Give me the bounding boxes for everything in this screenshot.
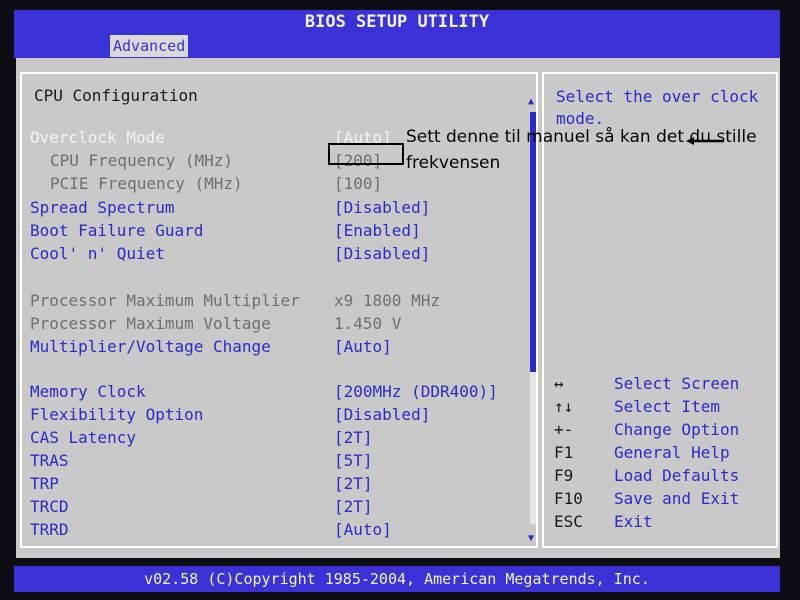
key-label: ↔ [554,374,564,393]
setting-value[interactable]: [Disabled] [334,198,430,217]
key-description: Change Option [614,420,740,439]
key-row: ↑↓ Select Item [554,397,774,420]
setting-label: Spread Spectrum [30,198,175,217]
setting-value[interactable]: [Auto] [334,520,392,539]
key-legend: ↔ Select Screen ↑↓ Select Item +- Change… [554,374,774,535]
setting-label: Boot Failure Guard [30,221,204,240]
key-label: F10 [554,489,583,508]
setting-label: TRAS [30,451,69,470]
setting-label: Processor Maximum Multiplier [30,291,300,310]
setting-label: CAS Latency [30,428,136,447]
setting-label: TRCD [30,497,69,516]
key-row: ESC Exit [554,512,774,535]
setting-value[interactable]: [Auto] [334,337,392,356]
setting-value[interactable]: [Enabled] [334,221,421,240]
section-title: CPU Configuration [34,86,198,105]
bios-screen: BIOS SETUP UTILITY Advanced CPU Configur… [0,0,800,600]
annotation-highlight-box [328,143,404,165]
setting-value[interactable]: [Disabled] [334,244,430,263]
setting-label: TRP [30,474,59,493]
setting-label: Memory Clock [30,382,146,401]
key-label: F9 [554,466,574,485]
setting-label: Overclock Mode [30,128,165,147]
overlay-annotation: Sett denne til manuel så kan det du stil… [406,127,757,173]
key-row: +- Change Option [554,420,774,443]
tab-advanced[interactable]: Advanced [110,35,189,57]
setting-label: CPU Frequency (MHz) [50,151,234,170]
setting-value: x9 1800 MHz [334,291,440,310]
setting-value[interactable]: [2T] [334,474,373,493]
bios-title-bar: BIOS SETUP UTILITY [14,10,780,34]
key-row: F1 General Help [554,443,774,466]
key-description: Load Defaults [614,466,740,485]
setting-value[interactable]: [5T] [334,451,373,470]
setting-value[interactable]: [2T] [334,428,373,447]
setting-label: Flexibility Option [30,405,204,424]
key-label: ↑↓ [554,397,574,416]
copyright-text: v02.58 (C)Copyright 1985-2004, American … [144,570,650,588]
key-row: F9 Load Defaults [554,466,774,489]
setting-value[interactable]: [200MHz (DDR400)] [334,382,498,401]
key-description: General Help [614,443,730,462]
bios-title: BIOS SETUP UTILITY [304,12,490,32]
setting-value: [100] [334,174,383,193]
setting-label: Cool' n' Quiet [30,244,165,263]
key-description: Exit [614,512,653,531]
setting-label: TRRD [30,520,69,539]
setting-value[interactable]: [Disabled] [334,405,430,424]
key-label: ESC [554,512,583,531]
key-row: F10 Save and Exit [554,489,774,512]
setting-label: PCIE Frequency (MHz) [50,174,243,193]
key-description: Select Item [614,397,720,416]
copyright-footer: v02.58 (C)Copyright 1985-2004, American … [14,566,780,592]
setting-value[interactable]: [2T] [334,497,373,516]
arrow-left-icon [686,137,724,145]
tab-bar: Advanced [14,34,780,58]
key-description: Save and Exit [614,489,740,508]
key-description: Select Screen [614,374,740,393]
key-row: ↔ Select Screen [554,374,774,397]
scroll-down-icon[interactable]: ▼ [528,533,534,544]
key-label: F1 [554,443,574,462]
key-label: +- [554,420,574,439]
scroll-up-icon[interactable]: ▲ [528,96,534,107]
setting-label: Multiplier/Voltage Change [30,337,271,356]
setting-value: 1.450 V [334,314,402,333]
setting-label: Processor Maximum Voltage [30,314,271,333]
